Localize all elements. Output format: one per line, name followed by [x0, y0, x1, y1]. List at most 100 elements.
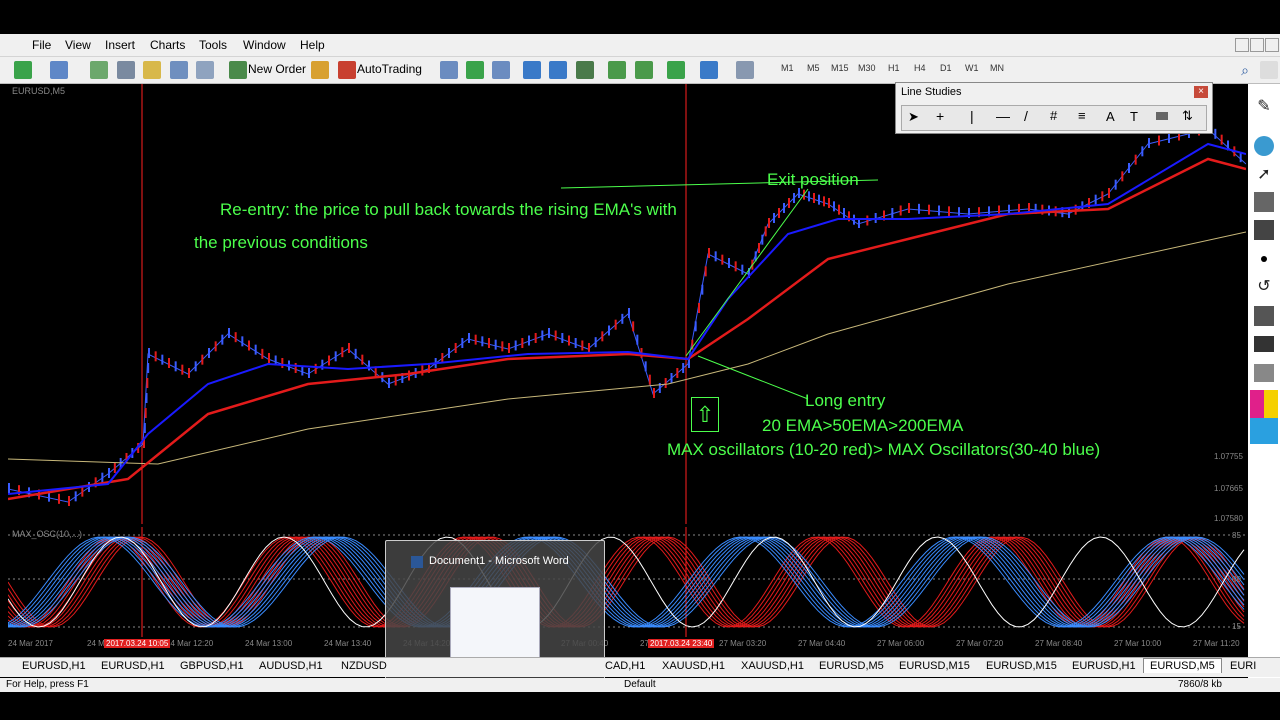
indicators-icon[interactable]	[667, 61, 685, 79]
tester-icon[interactable]	[196, 61, 214, 79]
new-order-icon[interactable]	[229, 61, 247, 79]
search-icon[interactable]: ⌕	[1236, 61, 1254, 79]
tab-13-active[interactable]: EURUSD,M5	[1143, 658, 1222, 673]
trendline-tool-icon[interactable]: /	[1024, 108, 1028, 124]
tf-w1[interactable]: W1	[965, 63, 979, 73]
candle	[168, 358, 170, 368]
menu-window[interactable]: Window	[243, 38, 286, 52]
candle	[58, 493, 60, 504]
candle	[144, 408, 147, 418]
tab-5[interactable]: NZDUSD	[341, 660, 387, 672]
candle	[918, 203, 920, 214]
pen-icon[interactable]: ✎	[1254, 96, 1274, 116]
eye-icon[interactable]	[1254, 136, 1274, 156]
cursor-tool-icon[interactable]: ➤	[908, 109, 919, 125]
navigator-icon[interactable]	[117, 61, 135, 79]
entry-arrow-icon: ⇧	[691, 397, 719, 432]
highlighter-icon[interactable]	[1254, 192, 1274, 212]
price-chart[interactable]: EURUSD,M5 Re-entry: the price to pull ba…	[8, 84, 1246, 524]
tab-9[interactable]: EURUSD,M5	[819, 660, 884, 672]
market-watch-icon[interactable]	[90, 61, 108, 79]
oscillator-chart[interactable]: MAX_OSC(10,...) 85 00 15	[8, 527, 1246, 637]
menu-insert[interactable]: Insert	[105, 38, 135, 52]
tab-12[interactable]: EURUSD,H1	[1072, 660, 1136, 672]
bar-chart-icon[interactable]	[440, 61, 458, 79]
minimize-button[interactable]	[1235, 38, 1249, 52]
line-chart-icon[interactable]	[492, 61, 510, 79]
tab-2[interactable]: EURUSD,H1	[101, 660, 165, 672]
tf-m1[interactable]: M1	[781, 63, 794, 73]
new-order-button[interactable]: New Order	[248, 62, 306, 76]
tab-14[interactable]: EURI	[1230, 660, 1256, 672]
tf-mn[interactable]: MN	[990, 63, 1004, 73]
candle	[508, 343, 510, 353]
tab-6[interactable]: CAD,H1	[605, 660, 645, 672]
candle	[208, 348, 210, 358]
line-studies-close-button[interactable]: ×	[1194, 86, 1208, 98]
tf-m15[interactable]: M15	[831, 63, 849, 73]
label-tool-icon[interactable]: T	[1130, 109, 1138, 124]
trash-icon[interactable]	[1254, 306, 1274, 326]
camera-icon[interactable]	[1254, 336, 1274, 352]
vertical-line-tool-icon[interactable]: |	[970, 108, 974, 124]
menu-tools[interactable]: Tools	[199, 38, 227, 52]
tab-7[interactable]: XAUUSD,H1	[662, 660, 725, 672]
fibonacci-tool-icon[interactable]: ≡	[1078, 108, 1086, 123]
line-studies-tools: ➤ + | — / # ≡ A T ⇅	[901, 105, 1207, 131]
tf-d1[interactable]: D1	[940, 63, 952, 73]
restore-button[interactable]	[1250, 38, 1264, 52]
channel-tool-icon[interactable]: #	[1050, 108, 1057, 123]
tab-11[interactable]: EURUSD,M15	[986, 660, 1057, 672]
horizontal-line-tool-icon[interactable]: —	[996, 108, 1010, 124]
menu-charts[interactable]: Charts	[150, 38, 185, 52]
text-tool-icon[interactable]: A	[1106, 109, 1115, 124]
menu-file[interactable]: File	[32, 38, 51, 52]
profiles-icon[interactable]	[50, 61, 68, 79]
tf-h4[interactable]: H4	[914, 63, 926, 73]
chat-icon[interactable]	[1260, 61, 1278, 79]
eraser-icon[interactable]	[1254, 220, 1274, 240]
candle	[891, 208, 894, 218]
tf-m30[interactable]: M30	[858, 63, 876, 73]
tab-10[interactable]: EURUSD,M15	[899, 660, 970, 672]
tab-8[interactable]: XAUUSD,H1	[741, 660, 804, 672]
autotrading-icon[interactable]	[338, 61, 356, 79]
candle	[174, 361, 177, 372]
new-chart-icon[interactable]	[14, 61, 32, 79]
terminal-icon[interactable]	[170, 61, 188, 79]
data-window-icon[interactable]	[143, 61, 161, 79]
dot-icon[interactable]	[1261, 256, 1267, 262]
menu-help[interactable]: Help	[300, 38, 325, 52]
chart-shift-icon[interactable]	[608, 61, 626, 79]
tab-4[interactable]: AUDUSD,H1	[259, 660, 323, 672]
tile-windows-icon[interactable]	[576, 61, 594, 79]
tf-h1[interactable]: H1	[888, 63, 900, 73]
templates-icon[interactable]	[736, 61, 754, 79]
arrows-tool-icon[interactable]: ⇅	[1182, 108, 1193, 124]
close-button[interactable]	[1265, 38, 1279, 52]
candle	[1128, 163, 1130, 173]
notes-icon[interactable]	[1254, 364, 1274, 382]
tf-m5[interactable]: M5	[807, 63, 820, 73]
menu-view[interactable]: View	[65, 38, 91, 52]
zoom-in-icon[interactable]	[523, 61, 541, 79]
autoscroll-icon[interactable]	[635, 61, 653, 79]
undo-icon[interactable]: ↺	[1254, 276, 1274, 296]
candle	[261, 348, 264, 359]
crosshair-tool-icon[interactable]: +	[936, 108, 944, 124]
candle	[1094, 194, 1097, 205]
periods-icon[interactable]	[700, 61, 718, 79]
tab-1[interactable]: EURUSD,H1	[22, 660, 86, 672]
expert-icon[interactable]	[311, 61, 329, 79]
autotrading-button[interactable]: AutoTrading	[357, 62, 422, 76]
candle	[488, 338, 490, 348]
tab-3[interactable]: GBPUSD,H1	[180, 660, 244, 672]
color-palette-blue-icon[interactable]	[1250, 418, 1278, 444]
candlestick-icon[interactable]	[466, 61, 484, 79]
candle	[534, 333, 537, 343]
cursor-icon[interactable]: ➚	[1254, 164, 1274, 184]
candle	[1158, 135, 1160, 146]
shape-tool-icon[interactable]	[1156, 112, 1168, 120]
osc-tick-1: 85	[1232, 531, 1241, 540]
zoom-out-icon[interactable]	[549, 61, 567, 79]
